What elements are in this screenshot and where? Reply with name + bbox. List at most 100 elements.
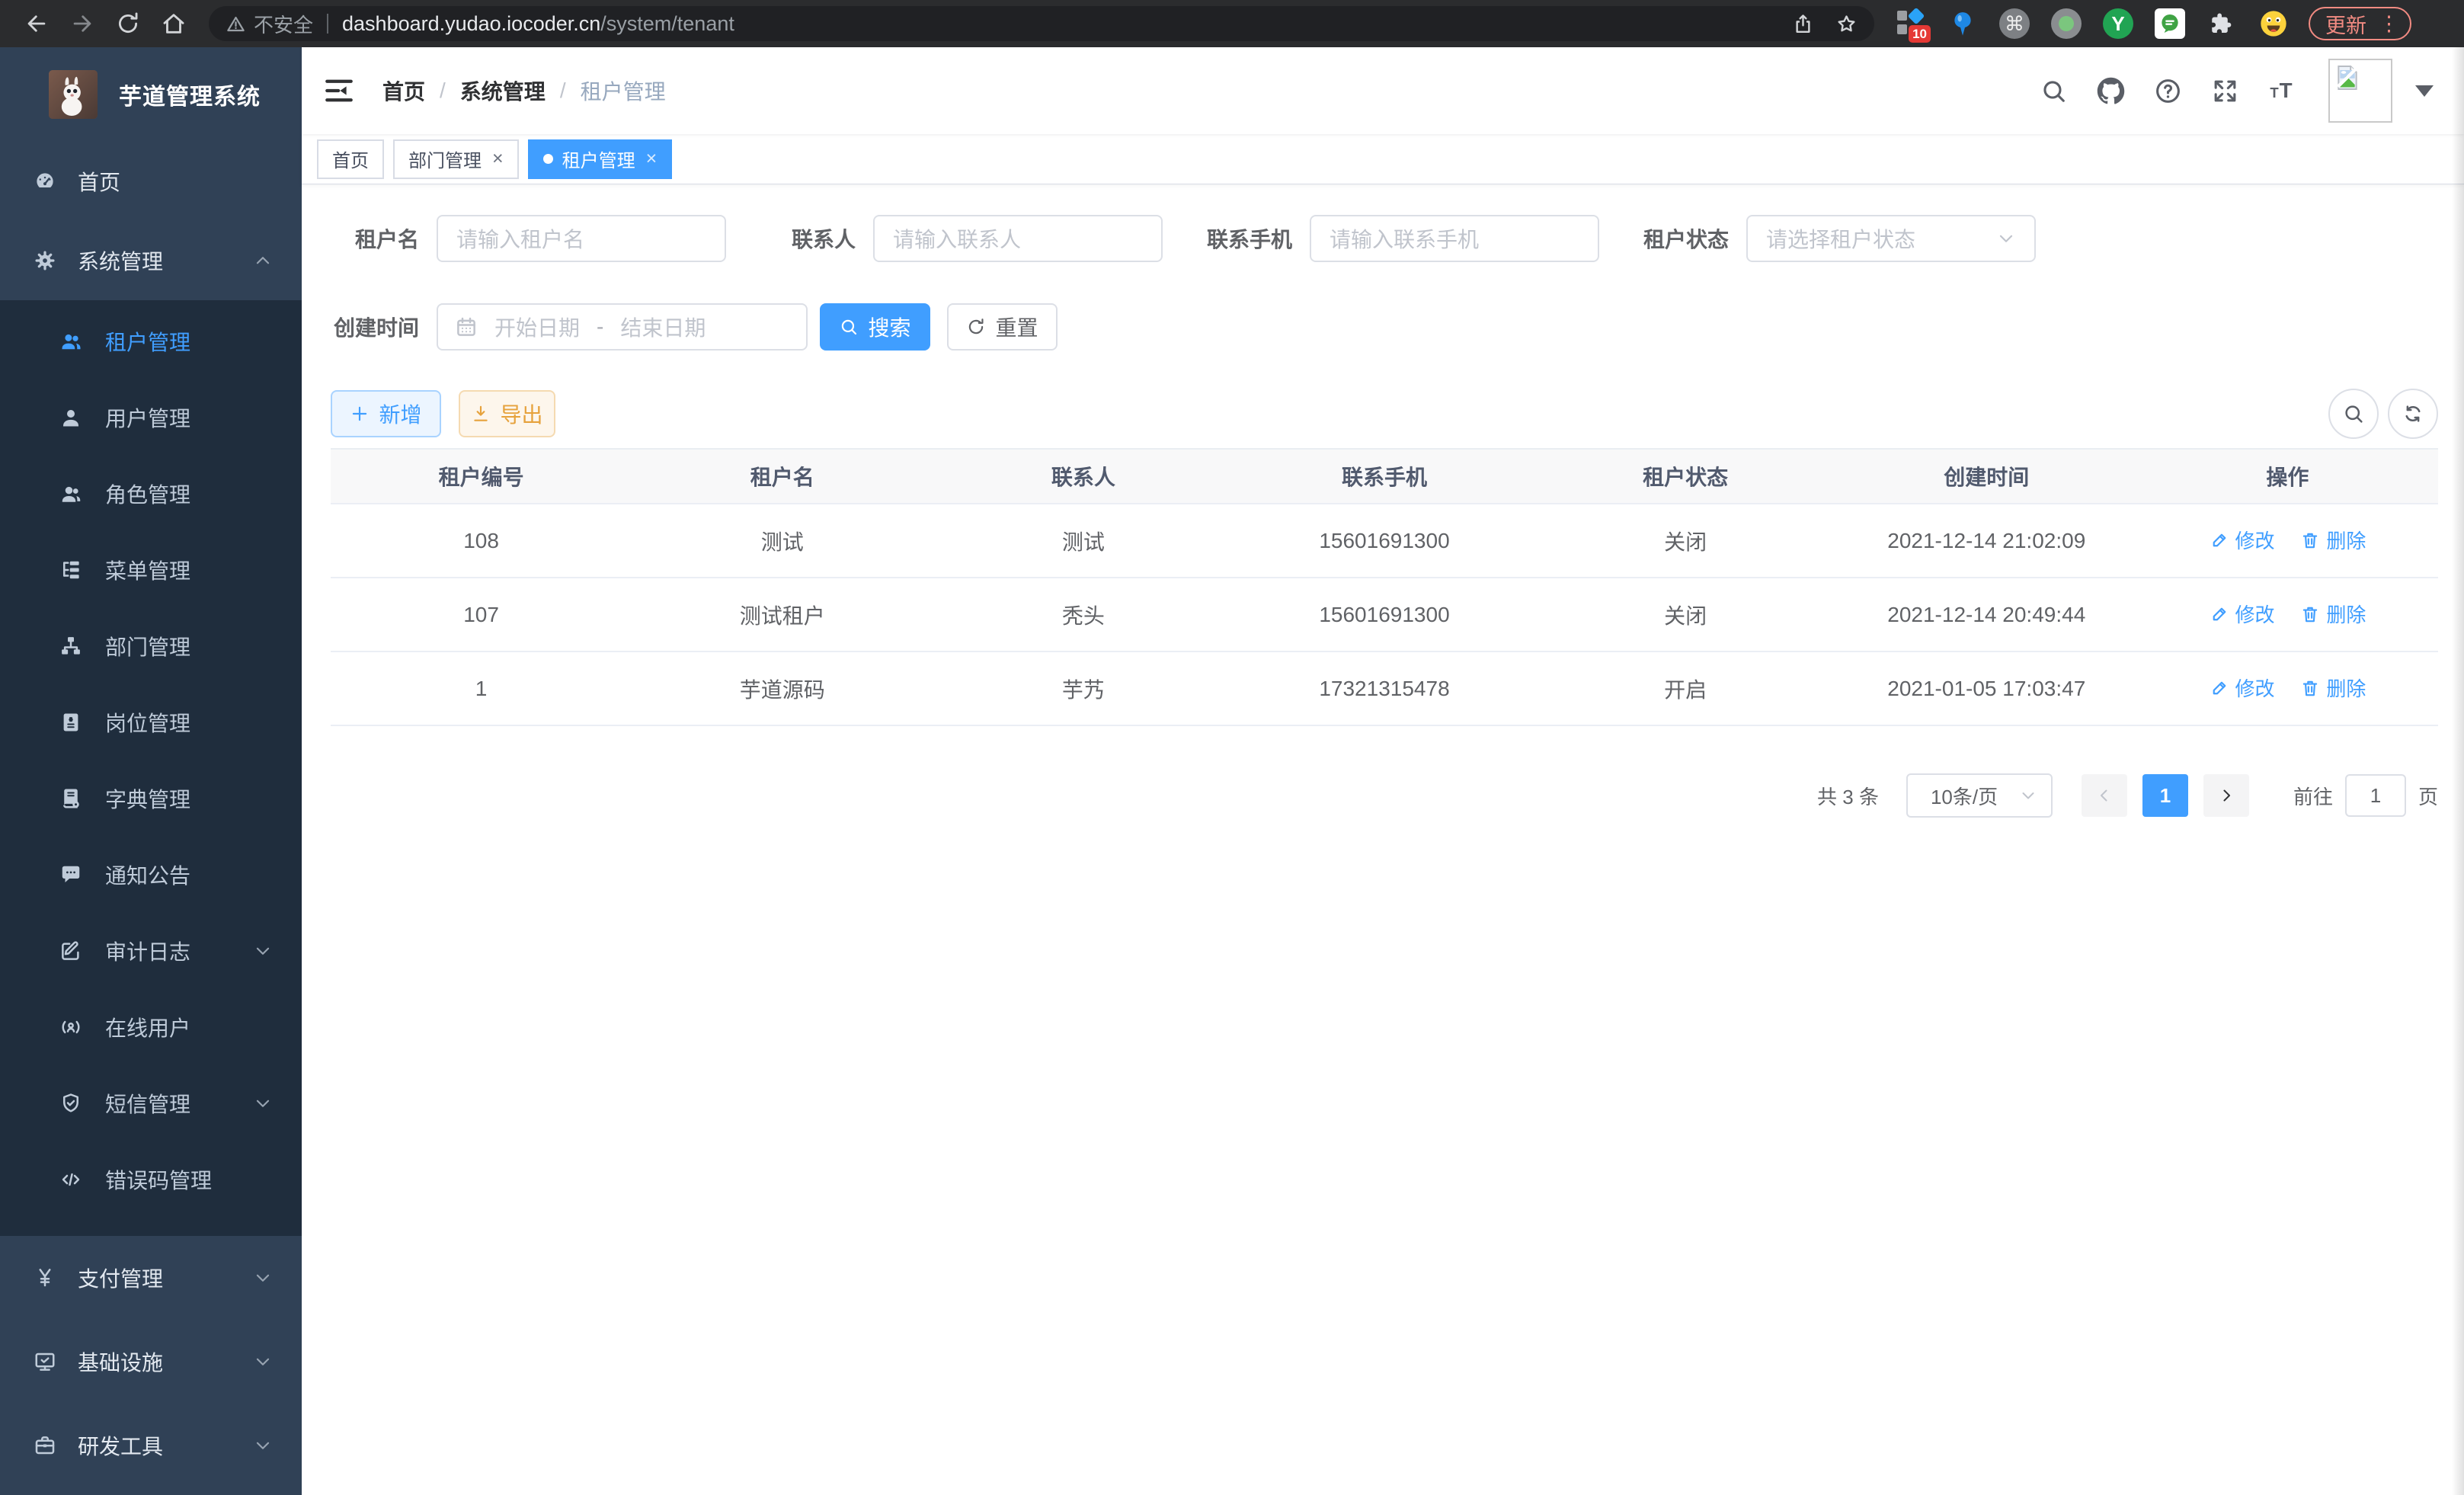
help-icon[interactable] xyxy=(2154,77,2182,105)
tab-home[interactable]: 首页 xyxy=(317,139,384,179)
extension-record-icon[interactable] xyxy=(2050,7,2083,40)
sidebar-item-payment[interactable]: 支付管理 xyxy=(0,1236,302,1320)
browser-chrome: 不安全 dashboard.yudao.iocoder.cn/system/te… xyxy=(0,0,2464,47)
contact-label: 联系人 xyxy=(767,223,856,254)
post-icon xyxy=(59,711,82,734)
avatar-broken-image[interactable] xyxy=(2328,59,2392,123)
chevron-down-icon xyxy=(253,941,273,961)
tenant-name-input[interactable]: 请输入租户名 xyxy=(437,215,726,262)
url-host: dashboard.yudao.iocoder.cn xyxy=(342,12,600,36)
edit-link[interactable]: 修改 xyxy=(2210,674,2275,702)
delete-link[interactable]: 删除 xyxy=(2300,674,2366,702)
goto-page-input[interactable]: 1 xyxy=(2345,774,2406,817)
edit-link[interactable]: 修改 xyxy=(2210,526,2275,554)
plus-icon xyxy=(350,404,370,424)
extension-tabs-icon[interactable]: 10 xyxy=(1894,7,1928,40)
tab-tenant[interactable]: 租户管理 × xyxy=(528,139,673,179)
contact-input[interactable]: 请输入联系人 xyxy=(873,215,1163,262)
refresh-table-button[interactable] xyxy=(2388,389,2438,439)
page-unit-label: 页 xyxy=(2418,782,2438,810)
search-icon[interactable] xyxy=(2040,77,2068,105)
delete-link[interactable]: 删除 xyxy=(2300,526,2366,554)
table-row: 107 测试租户 秃头 15601691300 关闭 2021-12-14 20… xyxy=(331,578,2438,651)
page-size-select[interactable]: 10条/页 xyxy=(1906,773,2053,818)
browser-forward-icon[interactable] xyxy=(69,11,95,37)
delete-link[interactable]: 删除 xyxy=(2300,600,2366,628)
extension-chat-icon[interactable] xyxy=(2153,7,2187,40)
font-size-icon[interactable]: TT xyxy=(2268,77,2296,105)
extension-balloon-icon[interactable] xyxy=(1946,7,1979,40)
yen-icon xyxy=(34,1266,56,1289)
tab-department[interactable]: 部门管理 × xyxy=(393,139,519,179)
end-date-placeholder[interactable]: 结束日期 xyxy=(620,312,706,342)
current-page-button[interactable]: 1 xyxy=(2142,774,2188,817)
next-page-button[interactable] xyxy=(2203,774,2249,817)
toggle-search-button[interactable] xyxy=(2328,389,2379,439)
address-bar[interactable]: 不安全 dashboard.yudao.iocoder.cn/system/te… xyxy=(209,6,1874,41)
status-select[interactable]: 请选择租户状态 xyxy=(1746,215,2036,262)
refresh-icon xyxy=(2402,402,2424,425)
create-time-range-picker[interactable]: 开始日期 - 结束日期 xyxy=(437,303,808,351)
dict-icon xyxy=(59,787,82,810)
sidebar-item-posts[interactable]: 岗位管理 xyxy=(0,684,302,760)
edit-icon xyxy=(2210,678,2229,698)
edit-link[interactable]: 修改 xyxy=(2210,600,2275,628)
sidebar-collapse-icon[interactable] xyxy=(323,75,355,107)
user-avatar-menu[interactable] xyxy=(2328,59,2434,123)
sidebar-item-system[interactable]: 系统管理 xyxy=(0,221,302,300)
breadcrumb-home[interactable]: 首页 xyxy=(382,75,425,106)
browser-home-icon[interactable] xyxy=(161,11,187,37)
bookmark-star-icon[interactable] xyxy=(1835,13,1858,35)
export-button[interactable]: 导出 xyxy=(459,390,555,437)
app-logo[interactable]: 芋道管理系统 xyxy=(0,47,302,142)
sidebar-item-dict[interactable]: 字典管理 xyxy=(0,760,302,837)
sidebar-item-notice[interactable]: 通知公告 xyxy=(0,837,302,913)
browser-update-button[interactable]: 更新 ⋮ xyxy=(2309,7,2411,40)
sms-shield-icon xyxy=(59,1092,82,1115)
phone-input[interactable]: 请输入联系手机 xyxy=(1310,215,1599,262)
sidebar-item-menus[interactable]: 菜单管理 xyxy=(0,532,302,608)
sidebar-item-error-codes[interactable]: 错误码管理 xyxy=(0,1141,302,1218)
add-button[interactable]: 新增 xyxy=(331,390,441,437)
table-row: 1 芋道源码 芋艿 17321315478 开启 2021-01-05 17:0… xyxy=(331,651,2438,725)
not-secure-label[interactable]: 不安全 xyxy=(254,10,313,38)
breadcrumb-system[interactable]: 系统管理 xyxy=(460,75,546,106)
fullscreen-icon[interactable] xyxy=(2211,77,2239,105)
search-button[interactable]: 搜索 xyxy=(820,303,930,351)
tags-view-bar: 首页 部门管理 × 租户管理 × xyxy=(302,134,2464,184)
sidebar-item-users[interactable]: 用户管理 xyxy=(0,379,302,456)
chevron-down-icon xyxy=(1996,229,2016,248)
extension-command-icon[interactable]: ⌘ xyxy=(1998,7,2031,40)
github-icon[interactable] xyxy=(2097,77,2125,105)
browser-back-icon[interactable] xyxy=(24,11,50,37)
close-icon[interactable]: × xyxy=(492,149,504,168)
close-icon[interactable]: × xyxy=(646,149,658,168)
sidebar-item-infrastructure[interactable]: 基础设施 xyxy=(0,1320,302,1404)
table-row: 108 测试 测试 15601691300 关闭 2021-12-14 21:0… xyxy=(331,504,2438,578)
sidebar-item-departments[interactable]: 部门管理 xyxy=(0,608,302,684)
not-secure-warning-icon xyxy=(226,14,246,34)
profile-emoji-icon[interactable] xyxy=(2257,7,2290,40)
start-date-placeholder[interactable]: 开始日期 xyxy=(494,312,580,342)
share-icon[interactable] xyxy=(1792,13,1814,35)
sidebar-item-audit-log[interactable]: 审计日志 xyxy=(0,913,302,989)
dashboard-icon xyxy=(34,170,56,193)
dropdown-caret-icon[interactable] xyxy=(2415,85,2434,97)
sidebar-item-sms[interactable]: 短信管理 xyxy=(0,1065,302,1141)
sidebar-item-dev-tools[interactable]: 研发工具 xyxy=(0,1404,302,1487)
prev-page-button[interactable] xyxy=(2082,774,2127,817)
reset-button[interactable]: 重置 xyxy=(947,303,1058,351)
browser-menu-icon[interactable]: ⋮ xyxy=(2379,12,2399,36)
extensions-puzzle-icon[interactable] xyxy=(2205,7,2238,40)
sidebar-item-home[interactable]: 首页 xyxy=(0,142,302,221)
menu-tree-icon xyxy=(59,559,82,581)
user-icon xyxy=(59,406,82,429)
browser-reload-icon[interactable] xyxy=(115,11,141,37)
sidebar-item-online-users[interactable]: 在线用户 xyxy=(0,989,302,1065)
extension-y-icon[interactable]: Y xyxy=(2101,7,2135,40)
active-tab-dot xyxy=(543,154,553,164)
search-icon xyxy=(839,317,859,337)
tenant-name-label: 租户名 xyxy=(331,223,419,254)
sidebar-item-tenant[interactable]: 租户管理 xyxy=(0,303,302,379)
sidebar-item-roles[interactable]: 角色管理 xyxy=(0,456,302,532)
